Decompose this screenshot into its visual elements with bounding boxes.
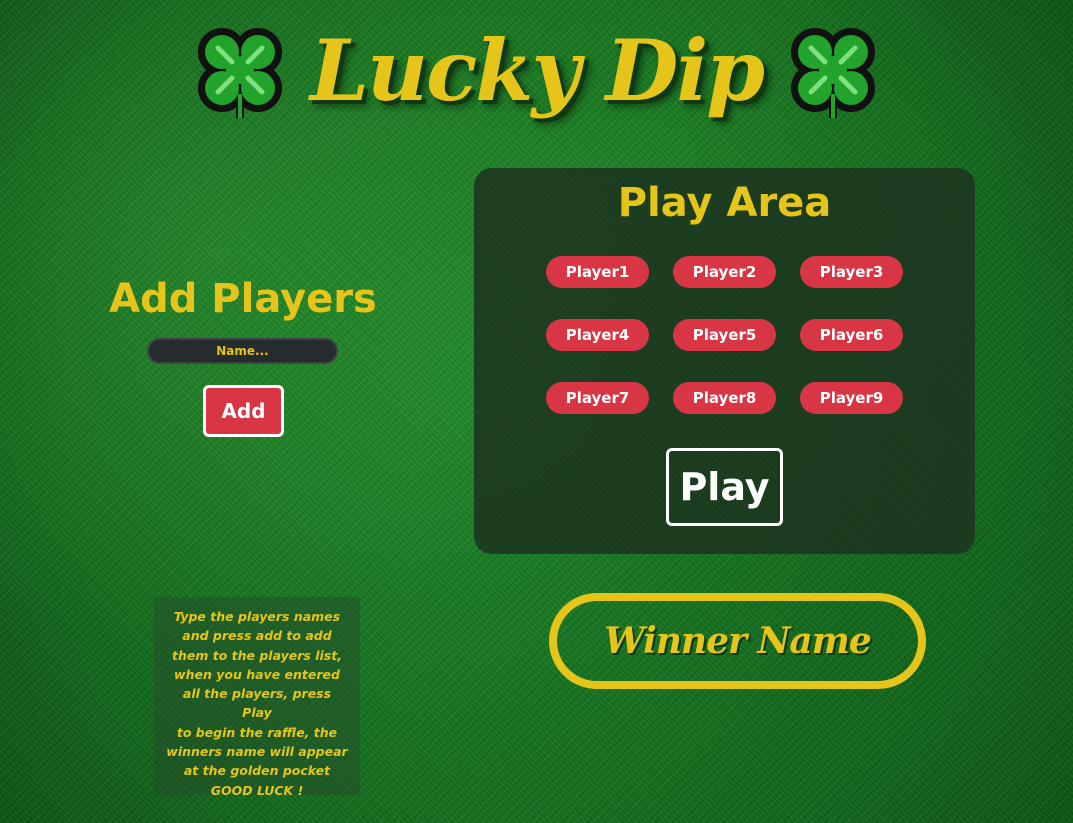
player-button[interactable]: Player6 <box>800 319 903 351</box>
play-area-title: Play Area <box>617 180 832 226</box>
instruction-line: all the players, press Play <box>182 686 332 721</box>
add-player-button[interactable]: Add <box>203 385 284 437</box>
instruction-line: at the golden pocket <box>183 763 331 779</box>
player-button[interactable]: Player8 <box>673 382 776 414</box>
player-list: Player1 Player2 Player3 Player4 Player5 … <box>546 256 903 414</box>
four-leaf-clover-icon <box>197 28 282 118</box>
play-button[interactable]: Play <box>666 448 783 526</box>
instruction-line: winners name will appear <box>166 744 348 760</box>
app-title: Lucky Dip <box>309 20 765 120</box>
player-button[interactable]: Player3 <box>800 256 903 288</box>
player-button[interactable]: Player7 <box>546 382 649 414</box>
player-button[interactable]: Player4 <box>546 319 649 351</box>
instruction-line: and press add to add <box>182 628 332 644</box>
winner-pocket: Winner Name <box>549 593 926 689</box>
player-button[interactable]: Player2 <box>673 256 776 288</box>
four-leaf-clover-icon <box>791 28 876 118</box>
instructions-box: Type the players names and press add to … <box>154 597 360 798</box>
player-name-input[interactable] <box>147 338 338 364</box>
winner-name: Winner Name <box>604 620 871 662</box>
instruction-line: them to the players list, <box>172 647 342 663</box>
add-players-title: Add Players <box>109 276 377 322</box>
player-button[interactable]: Player1 <box>546 256 649 288</box>
header: Lucky Dip <box>0 10 1073 130</box>
player-button[interactable]: Player9 <box>800 382 903 414</box>
instruction-line: Type the players names <box>173 609 341 624</box>
instruction-line: GOOD LUCK ! <box>210 782 304 798</box>
player-button[interactable]: Player5 <box>673 319 776 351</box>
instruction-line: to begin the raffle, the <box>176 724 338 740</box>
instruction-line: when you have entered <box>174 666 340 682</box>
